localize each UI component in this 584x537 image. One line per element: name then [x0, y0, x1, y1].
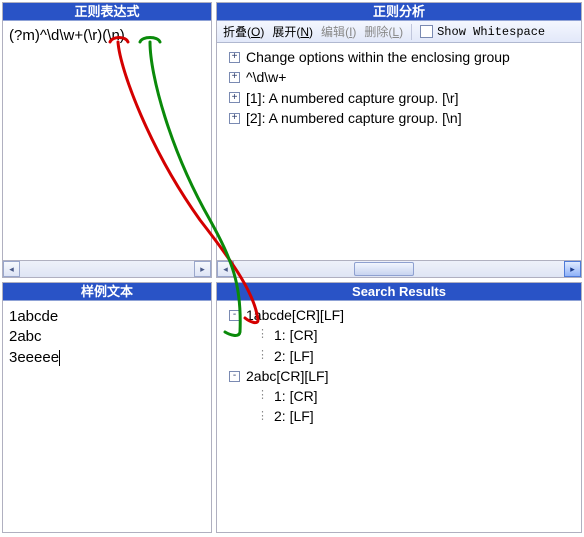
result-tree-item[interactable]: ⋮ 2: [LF]: [219, 406, 579, 426]
sample-line: 1abcde: [9, 308, 58, 325]
scroll-left-button[interactable]: ◂: [3, 261, 20, 277]
collapse-icon[interactable]: -: [229, 310, 240, 321]
result-tree-item[interactable]: ⋮ 2: [LF]: [219, 346, 579, 366]
sample-line: 2abc: [9, 328, 42, 345]
regex-text[interactable]: (?m)^\d\w+(\r)(\n): [3, 21, 211, 50]
analysis-toolbar: 折叠(O) 展开(N) 编辑(I) 删除(L) Show Whitespace: [217, 21, 581, 43]
scroll-track[interactable]: [234, 261, 564, 277]
tree-item-label: 1: [CR]: [274, 325, 318, 345]
tree-item-label: [1]: A numbered capture group. [\r]: [246, 88, 458, 108]
result-tree-item[interactable]: ⋮ 1: [CR]: [219, 325, 579, 345]
scroll-right-button[interactable]: ▸: [194, 261, 211, 277]
analysis-tree-item[interactable]: + [1]: A numbered capture group. [\r]: [219, 88, 579, 108]
scroll-left-button[interactable]: ◂: [217, 261, 234, 277]
tree-item-label: [2]: A numbered capture group. [\n]: [246, 108, 462, 128]
sample-panel-title: 样例文本: [3, 283, 211, 301]
expand-icon[interactable]: +: [229, 52, 240, 63]
results-tree: -1abcde[CR][LF]⋮1: [CR]⋮2: [LF]-2abc[CR]…: [217, 301, 581, 431]
analysis-hscroll[interactable]: ◂ ▸: [217, 260, 581, 277]
edit-button[interactable]: 编辑(I): [319, 22, 358, 41]
tree-item-label: 2: [LF]: [274, 406, 314, 426]
analysis-panel: 正则分析 折叠(O) 展开(N) 编辑(I) 删除(L) Show Whites…: [216, 2, 582, 278]
tree-item-label: 1abcde[CR][LF]: [246, 305, 344, 325]
collapse-button[interactable]: 折叠(O): [221, 22, 266, 41]
regex-panel: 正则表达式 (?m)^\d\w+(\r)(\n) ◂ ▸: [2, 2, 212, 278]
sample-panel: 样例文本 1abcde 2abc 3eeeee: [2, 282, 212, 533]
tree-item-label: 2abc[CR][LF]: [246, 366, 328, 386]
tree-item-label: 2: [LF]: [274, 346, 314, 366]
checkbox-icon: [420, 25, 433, 38]
result-tree-item[interactable]: -1abcde[CR][LF]: [219, 305, 579, 325]
tree-branch-icon: ⋮: [257, 348, 268, 364]
show-whitespace-toggle[interactable]: Show Whitespace: [418, 23, 547, 40]
result-tree-item[interactable]: ⋮ 1: [CR]: [219, 386, 579, 406]
results-panel: Search Results -1abcde[CR][LF]⋮1: [CR]⋮2…: [216, 282, 582, 533]
analysis-body: + Change options within the enclosing gro…: [217, 43, 581, 260]
tree-branch-icon: ⋮: [257, 409, 268, 425]
analysis-tree-item[interactable]: + [2]: A numbered capture group. [\n]: [219, 108, 579, 128]
tree-item-label: ^\d\w+: [246, 67, 286, 87]
sample-body[interactable]: 1abcde 2abc 3eeeee: [3, 301, 211, 532]
tree-branch-icon: ⋮: [257, 327, 268, 343]
scroll-track[interactable]: [20, 261, 194, 277]
toolbar-separator: [411, 24, 412, 40]
sample-text[interactable]: 1abcde 2abc 3eeeee: [3, 301, 211, 374]
delete-button[interactable]: 删除(L): [362, 22, 405, 41]
tree-branch-icon: ⋮: [257, 388, 268, 404]
tree-item-label: 1: [CR]: [274, 386, 318, 406]
sample-line: 3eeeee: [9, 349, 59, 366]
expand-button[interactable]: 展开(N): [270, 22, 315, 41]
collapse-icon[interactable]: -: [229, 371, 240, 382]
expand-icon[interactable]: +: [229, 72, 240, 83]
scroll-thumb[interactable]: [354, 262, 414, 276]
expand-icon[interactable]: +: [229, 113, 240, 124]
regex-panel-title: 正则表达式: [3, 3, 211, 21]
analysis-tree-item[interactable]: + ^\d\w+: [219, 67, 579, 87]
analysis-tree-item[interactable]: + Change options within the enclosing gro…: [219, 47, 579, 67]
result-tree-item[interactable]: -2abc[CR][LF]: [219, 366, 579, 386]
tree-item-label: Change options within the enclosing grou…: [246, 47, 510, 67]
expand-icon[interactable]: +: [229, 92, 240, 103]
text-caret: [59, 350, 60, 366]
analysis-panel-title: 正则分析: [217, 3, 581, 21]
scroll-right-button[interactable]: ▸: [564, 261, 581, 277]
results-body: -1abcde[CR][LF]⋮1: [CR]⋮2: [LF]-2abc[CR]…: [217, 301, 581, 532]
regex-panel-body: (?m)^\d\w+(\r)(\n): [3, 21, 211, 260]
regex-hscroll[interactable]: ◂ ▸: [3, 260, 211, 277]
results-panel-title: Search Results: [217, 283, 581, 301]
analysis-tree: + Change options within the enclosing gro…: [217, 43, 581, 132]
